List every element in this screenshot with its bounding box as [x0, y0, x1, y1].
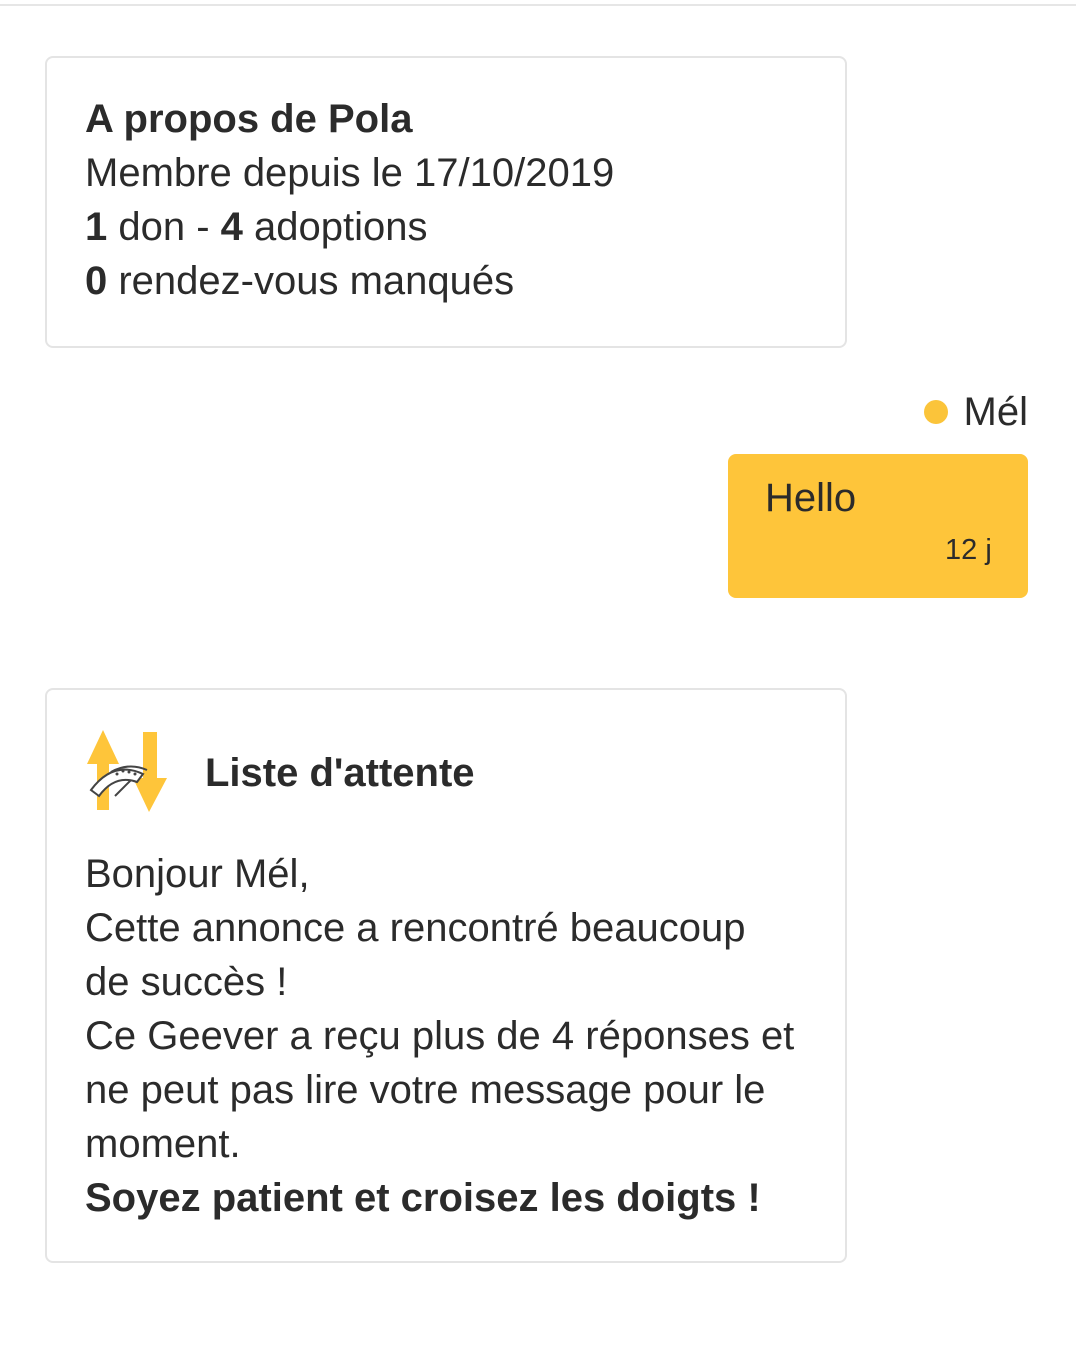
about-card: A propos de Pola Membre depuis le 17/10/…: [45, 56, 847, 348]
waitlist-title: Liste d'attente: [205, 751, 475, 795]
message-time: 12 j: [945, 534, 992, 566]
missed-appointments: 0 rendez-vous manqués: [85, 254, 845, 308]
waitlist-line: ne peut pas lire votre message pour le: [85, 1068, 766, 1112]
dons-label: don -: [107, 205, 221, 249]
donations-adoptions: 1 don - 4 adoptions: [85, 200, 845, 254]
waitlist-line: Bonjour Mél,: [85, 852, 310, 896]
missed-count: 0: [85, 259, 108, 303]
waitlist-line: de succès !: [85, 960, 288, 1004]
waitlist-arrows-icon: [85, 730, 171, 816]
missed-label: rendez-vous manqués: [107, 259, 515, 303]
message-text: Hello: [765, 476, 857, 520]
adoptions-label: adoptions: [242, 205, 428, 249]
online-status-dot: [923, 400, 948, 424]
message-bubble[interactable]: Hello 12 j: [728, 454, 1028, 598]
waitlist-card: Liste d'attente Bonjour Mél, Cette annon…: [45, 688, 847, 1263]
member-since: Membre depuis le 17/10/2019: [85, 151, 615, 195]
adoptions-count: 4: [220, 205, 243, 249]
waitlist-line: Cette annonce a rencontré beaucoup: [85, 906, 746, 950]
sender-name: Mél: [963, 390, 1028, 434]
waitlist-closing: Soyez patient et croisez les doigts !: [85, 1176, 761, 1220]
dons-count: 1: [85, 205, 108, 249]
message-sender: Mél: [923, 388, 1028, 436]
top-divider: [0, 4, 1076, 6]
waitlist-line: moment.: [85, 1122, 241, 1166]
waitlist-line: Ce Geever a reçu plus de 4 réponses et: [85, 1014, 795, 1058]
waitlist-header: Liste d'attente: [85, 730, 475, 816]
about-title: A propos de Pola: [85, 97, 413, 141]
waitlist-body: Bonjour Mél, Cette annonce a rencontré b…: [85, 847, 825, 1225]
